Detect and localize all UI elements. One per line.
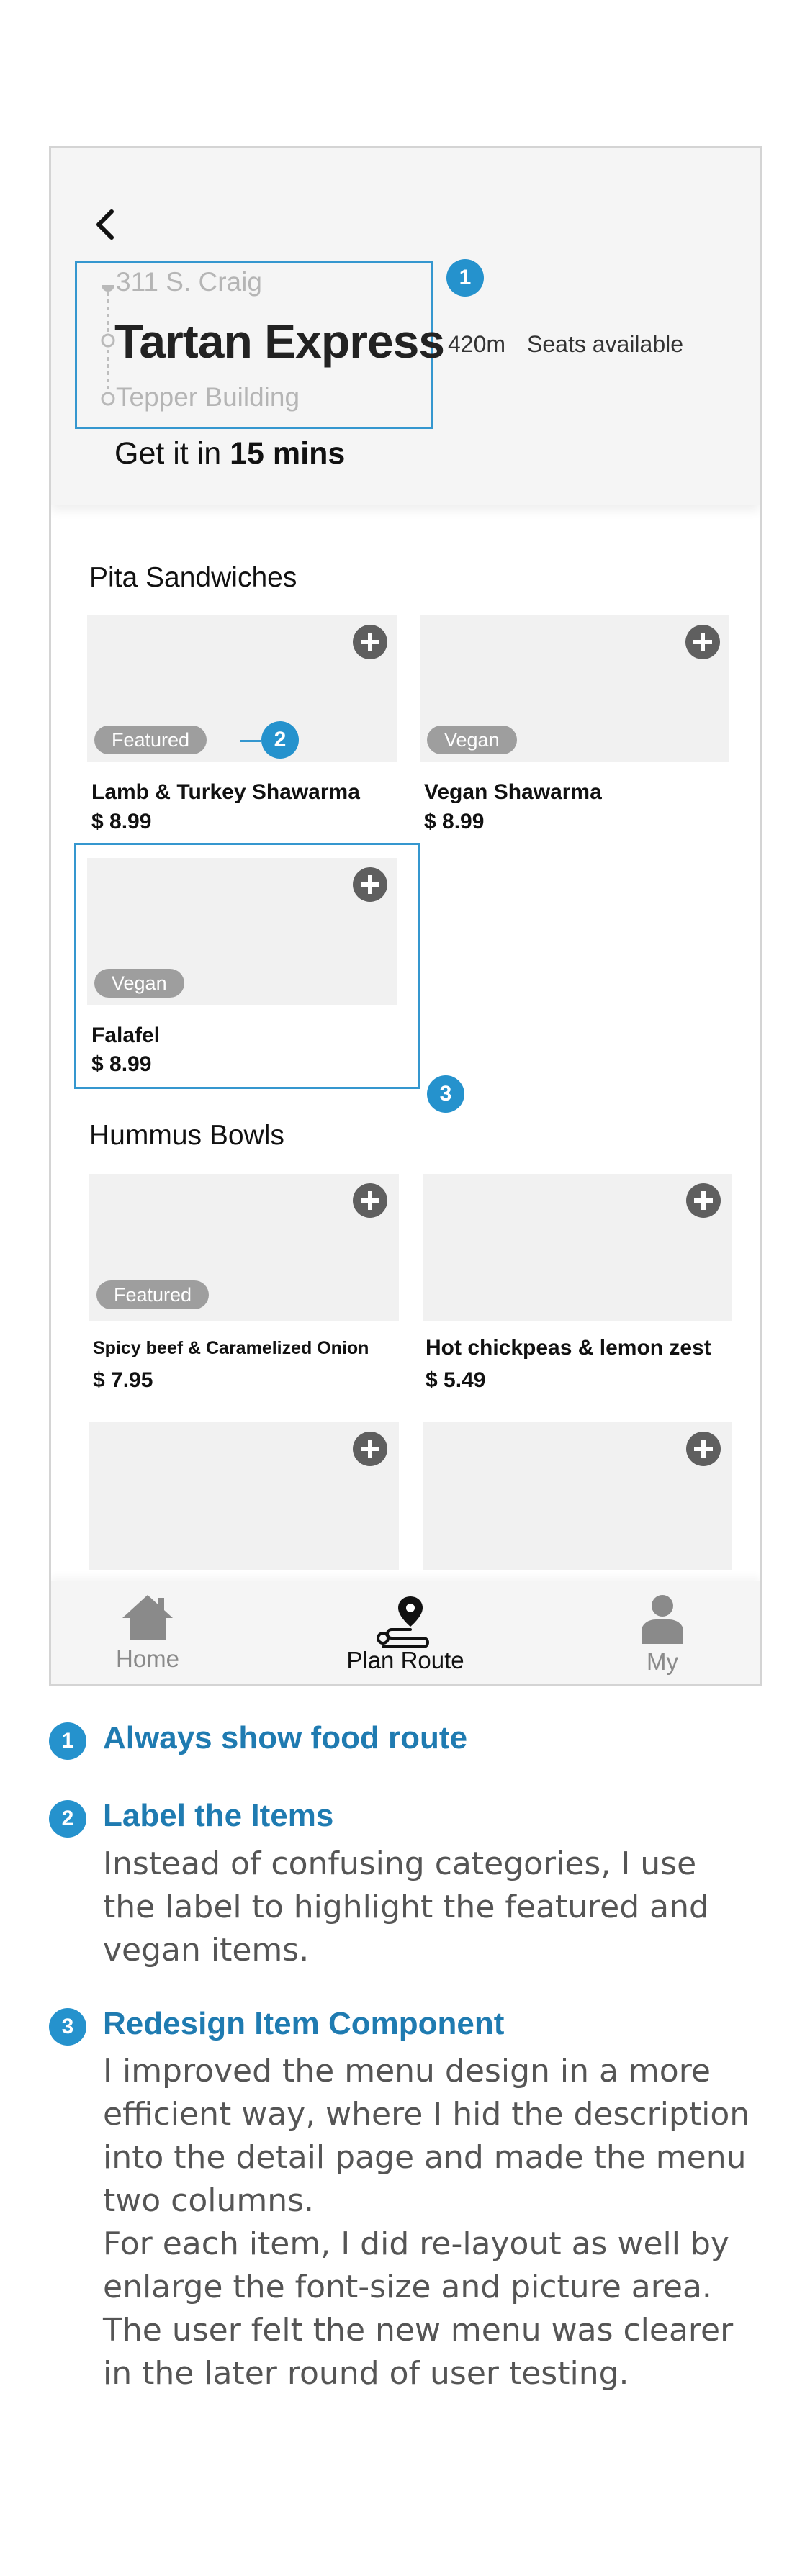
add-item-icon[interactable] [685,624,721,660]
item-price: $ 7.95 [93,1368,153,1392]
annotation-badge-1: 1 [446,259,484,297]
restaurant-header: 311 S. Craig Tartan Express Tepper Build… [51,148,760,505]
note-title-1: Always show food route [103,1720,468,1755]
add-item-icon[interactable] [352,1183,388,1219]
annotation-badge-3: 3 [427,1075,464,1113]
note-text-2: Instead of confusing categories, I use t… [103,1845,709,1969]
item-name[interactable]: Vegan Shawarma [424,780,602,805]
item-name[interactable]: Hot chickpeas & lemon zest [426,1336,711,1360]
add-item-icon[interactable] [352,624,388,660]
seats-label: Seats available [527,331,684,357]
add-item-icon[interactable] [685,1431,721,1467]
item-name[interactable]: Lamb & Turkey Shawarma [91,780,360,805]
featured-tag: Featured [94,726,207,754]
item-name[interactable]: Spicy beef & Caramelized Onion [93,1338,369,1359]
note-badge-2: 2 [49,1800,86,1838]
home-icon [122,1595,173,1640]
route-pin-icon [377,1596,429,1648]
item-price: $ 8.99 [91,810,152,833]
add-item-icon[interactable] [352,867,388,903]
note-badge-1: 1 [49,1722,86,1760]
add-item-icon[interactable] [352,1431,388,1467]
distance-label: 420m [448,331,506,357]
nav-home[interactable]: Home [58,1594,238,1684]
nav-plan-route-label: Plan Route [346,1647,464,1673]
nav-my-label: My [647,1648,678,1675]
add-item-icon[interactable] [685,1183,721,1219]
note-badge-3: 3 [49,2008,86,2046]
restaurant-name: Tartan Express [114,315,445,368]
item-price: $ 8.99 [424,810,485,833]
item-price: $ 5.49 [426,1368,486,1392]
vegan-tag: Vegan [427,726,517,754]
phone-mockup: 311 S. Craig Tartan Express Tepper Build… [49,146,762,1686]
nav-home-label: Home [115,1645,180,1672]
note-title-3: Redesign Item Component [103,2006,505,2041]
featured-tag: Featured [96,1280,210,1309]
annotation-badge-2: 2 [261,721,299,759]
route-destination: Tepper Building [116,382,300,412]
nav-my[interactable]: My [572,1594,752,1684]
item-name[interactable]: Falafel [91,1023,160,1048]
item-price: $ 8.99 [91,1052,152,1076]
section-title-hummus: Hummus Bowls [89,1120,284,1151]
section-title-pita: Pita Sandwiches [89,562,297,593]
annotation-connector [240,740,261,742]
note-text-3: I improved the menu design in a more eff… [103,2053,750,2392]
user-icon [642,1595,683,1644]
back-arrow-icon[interactable] [93,206,117,243]
note-title-2: Label the Items [103,1798,334,1833]
vegan-tag: Vegan [94,969,184,998]
bottom-nav: Home Plan Route My [51,1581,760,1684]
nav-plan-route[interactable]: Plan Route [315,1594,495,1684]
eta-label: Get it in 15 mins [114,436,346,471]
route-origin: 311 S. Craig [116,267,262,297]
